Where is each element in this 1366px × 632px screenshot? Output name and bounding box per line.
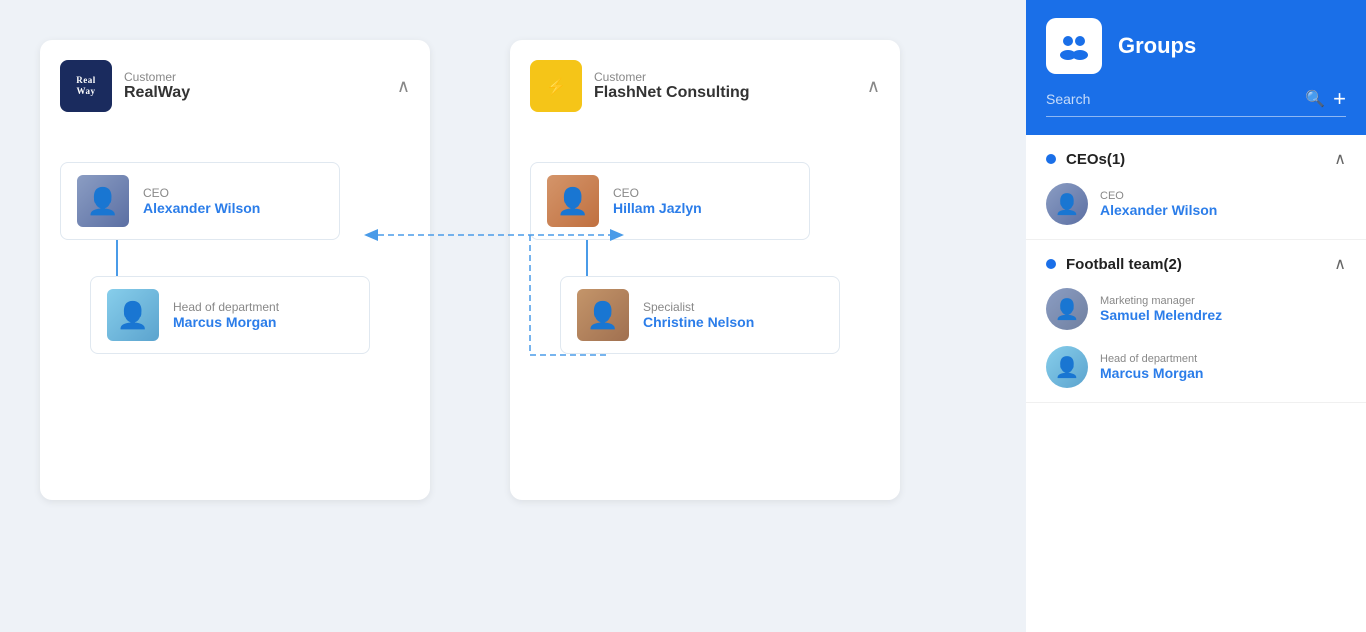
- football-group-header-left: Football team(2): [1046, 256, 1182, 273]
- marcus-sidebar-info: Head of department Marcus Morgan: [1100, 353, 1203, 381]
- flashnet-connector: [586, 240, 588, 276]
- marcus-morgan-node: 👤 Head of department Marcus Morgan: [90, 276, 370, 354]
- list-item: 👤 CEO Alexander Wilson: [1046, 183, 1346, 225]
- marcus-morgan-avatar: 👤: [107, 289, 159, 341]
- ceos-group-header[interactable]: CEOs(1) ∧: [1026, 135, 1366, 183]
- football-group-header[interactable]: Football team(2) ∧: [1026, 240, 1366, 288]
- football-group-section: Football team(2) ∧ 👤 Marketing manager S…: [1026, 240, 1366, 403]
- alexander-wilson-role: CEO: [143, 186, 260, 200]
- realway-ceo-node: 👤 CEO Alexander Wilson: [60, 162, 340, 240]
- sidebar-header: Groups 🔍 +: [1026, 0, 1366, 135]
- add-group-button[interactable]: +: [1333, 88, 1346, 110]
- alexander-wilson-card[interactable]: 👤 CEO Alexander Wilson: [60, 162, 340, 240]
- hillam-jazlyn-role: CEO: [613, 186, 702, 200]
- sidebar-title-row: Groups: [1046, 18, 1346, 74]
- realway-logo: RealWay: [60, 60, 112, 112]
- ceos-group-section: CEOs(1) ∧ 👤 CEO Alexander Wilson: [1026, 135, 1366, 240]
- alexander-sidebar-avatar: 👤: [1046, 183, 1088, 225]
- football-group-members: 👤 Marketing manager Samuel Melendrez 👤 H…: [1026, 288, 1366, 402]
- christine-nelson-avatar: 👤: [577, 289, 629, 341]
- sidebar-search-row[interactable]: 🔍 +: [1046, 88, 1346, 117]
- svg-text:⚡: ⚡: [546, 77, 566, 96]
- flashnet-logo: ⚡: [530, 60, 582, 112]
- samuel-sidebar-name[interactable]: Samuel Melendrez: [1100, 307, 1222, 323]
- list-item: 👤 Marketing manager Samuel Melendrez: [1046, 288, 1346, 330]
- alexander-wilson-avatar: 👤: [77, 175, 129, 227]
- ceos-group-title: CEOs(1): [1066, 151, 1125, 168]
- sidebar-title: Groups: [1118, 33, 1196, 59]
- list-item: 👤 Head of department Marcus Morgan: [1046, 346, 1346, 388]
- alexander-sidebar-info: CEO Alexander Wilson: [1100, 190, 1217, 218]
- ceos-group-header-left: CEOs(1): [1046, 151, 1125, 168]
- flashnet-collapse-button[interactable]: ∧: [867, 76, 880, 97]
- ceos-group-members: 👤 CEO Alexander Wilson: [1026, 183, 1366, 239]
- ceos-chevron-icon: ∧: [1334, 149, 1346, 169]
- realway-customer-name: RealWay: [124, 84, 190, 102]
- flashnet-customer-label: Customer: [594, 70, 750, 84]
- christine-nelson-role: Specialist: [643, 300, 754, 314]
- samuel-sidebar-role: Marketing manager: [1100, 295, 1222, 307]
- christine-nelson-node: 👤 Specialist Christine Nelson: [560, 276, 840, 354]
- alexander-wilson-name[interactable]: Alexander Wilson: [143, 200, 260, 216]
- christine-nelson-card[interactable]: 👤 Specialist Christine Nelson: [560, 276, 840, 354]
- flashnet-header-left: ⚡ Customer FlashNet Consulting: [530, 60, 750, 112]
- christine-nelson-info: Specialist Christine Nelson: [643, 300, 754, 330]
- hillam-jazlyn-name[interactable]: Hillam Jazlyn: [613, 200, 702, 216]
- groups-icon: [1056, 28, 1092, 64]
- flashnet-customer-name: FlashNet Consulting: [594, 84, 750, 102]
- groups-list: CEOs(1) ∧ 👤 CEO Alexander Wilson: [1026, 135, 1366, 632]
- football-group-dot: [1046, 259, 1056, 269]
- marcus-morgan-role: Head of department: [173, 300, 279, 314]
- flashnet-header: ⚡ Customer FlashNet Consulting ∧: [530, 60, 880, 122]
- flashnet-info: Customer FlashNet Consulting: [594, 70, 750, 102]
- flashnet-org-tree: 👤 CEO Hillam Jazlyn 👤: [530, 152, 880, 354]
- sidebar: Groups 🔍 + CEOs(1) ∧ 👤: [1026, 0, 1366, 632]
- realway-header: RealWay Customer RealWay ∧: [60, 60, 410, 122]
- hillam-jazlyn-card[interactable]: 👤 CEO Hillam Jazlyn: [530, 162, 810, 240]
- marcus-morgan-info: Head of department Marcus Morgan: [173, 300, 279, 330]
- realway-header-left: RealWay Customer RealWay: [60, 60, 190, 112]
- ceos-group-dot: [1046, 154, 1056, 164]
- samuel-sidebar-avatar: 👤: [1046, 288, 1088, 330]
- main-canvas: Father New manager fromOctober 15 RealWa…: [0, 0, 1026, 632]
- realway-connector: [116, 240, 118, 276]
- search-input[interactable]: [1046, 91, 1297, 107]
- marcus-sidebar-avatar: 👤: [1046, 346, 1088, 388]
- hillam-jazlyn-info: CEO Hillam Jazlyn: [613, 186, 702, 216]
- realway-org-tree: 👤 CEO Alexander Wilson 👤: [60, 152, 410, 354]
- alexander-sidebar-name[interactable]: Alexander Wilson: [1100, 202, 1217, 218]
- groups-icon-box: [1046, 18, 1102, 74]
- org-charts: RealWay Customer RealWay ∧ 👤: [20, 20, 1006, 520]
- realway-collapse-button[interactable]: ∧: [397, 76, 410, 97]
- marcus-morgan-name[interactable]: Marcus Morgan: [173, 314, 279, 330]
- alexander-wilson-info: CEO Alexander Wilson: [143, 186, 260, 216]
- search-icon: 🔍: [1305, 89, 1325, 109]
- football-chevron-icon: ∧: [1334, 254, 1346, 274]
- football-group-title: Football team(2): [1066, 256, 1182, 273]
- marcus-sidebar-name[interactable]: Marcus Morgan: [1100, 365, 1203, 381]
- samuel-sidebar-info: Marketing manager Samuel Melendrez: [1100, 295, 1222, 323]
- realway-container: RealWay Customer RealWay ∧ 👤: [40, 40, 430, 500]
- hillam-jazlyn-node: 👤 CEO Hillam Jazlyn: [530, 162, 810, 240]
- flashnet-container: ⚡ Customer FlashNet Consulting ∧ 👤: [510, 40, 900, 500]
- marcus-morgan-card[interactable]: 👤 Head of department Marcus Morgan: [90, 276, 370, 354]
- marcus-sidebar-role: Head of department: [1100, 353, 1203, 365]
- realway-info: Customer RealWay: [124, 70, 190, 102]
- christine-nelson-name[interactable]: Christine Nelson: [643, 314, 754, 330]
- alexander-sidebar-role: CEO: [1100, 190, 1217, 202]
- hillam-jazlyn-avatar: 👤: [547, 175, 599, 227]
- realway-customer-label: Customer: [124, 70, 190, 84]
